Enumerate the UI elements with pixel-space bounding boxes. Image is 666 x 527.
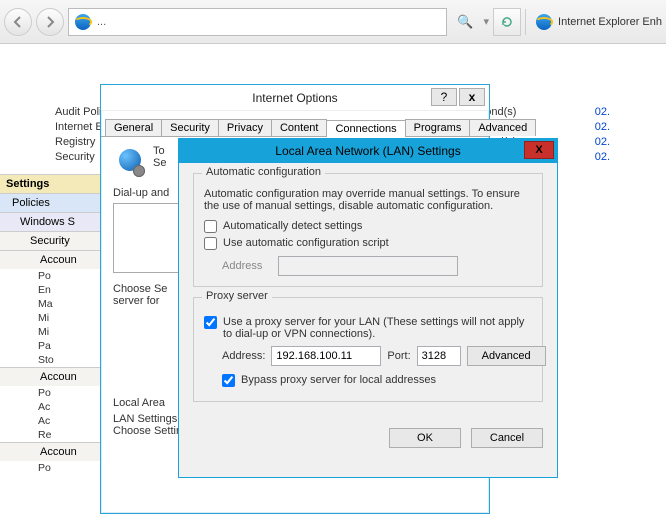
tree-subitem[interactable]: Po [0,461,110,475]
ie-icon [536,14,552,30]
auto-script-label: Use automatic configuration script [223,237,389,249]
internet-options-titlebar: Internet Options ? x [101,85,489,111]
tree-security[interactable]: Security [0,231,110,250]
auto-config-legend: Automatic configuration [202,166,325,178]
tree-subitem[interactable]: Ac [0,400,110,414]
proxy-port-label: Port: [387,350,410,362]
dropdown-caret[interactable]: ▾ [484,15,490,28]
arrow-left-icon [12,16,24,28]
bg-cell: 02. [570,121,610,133]
proxy-addr-input[interactable] [271,346,381,366]
help-button[interactable]: ? [431,88,457,106]
lan-title: Local Area Network (LAN) Settings [275,144,460,158]
use-proxy-label: Use a proxy server for your LAN (These s… [223,316,532,340]
refresh-icon [500,15,514,29]
use-proxy-checkbox[interactable] [204,316,217,329]
lan-close-button[interactable]: X [524,141,554,159]
settings-tree: Settings Policies Windows S Security Acc… [0,174,110,475]
tree-subitem[interactable]: Po [0,269,110,283]
tab-connections[interactable]: Connections [326,120,405,137]
auto-detect-checkbox[interactable] [204,220,217,233]
connections-icon [113,145,145,177]
use-proxy-row[interactable]: Use a proxy server for your LAN (These s… [204,316,532,340]
tab-general[interactable]: General [105,119,162,136]
refresh-button[interactable] [493,8,521,36]
close-button[interactable]: x [459,88,485,106]
auto-script-row[interactable]: Use automatic configuration script [204,237,532,250]
auto-config-note: Automatic configuration may override man… [204,188,532,212]
tab-security[interactable]: Security [161,119,219,136]
internet-options-title: Internet Options [252,91,337,105]
cancel-button[interactable]: Cancel [471,428,543,448]
tree-account-1[interactable]: Accoun [0,250,110,269]
bg-cell: 02. [570,106,610,118]
proxy-port-input[interactable] [417,346,461,366]
tree-subitem[interactable]: Pa [0,339,110,353]
tree-subitem[interactable]: Ac [0,414,110,428]
ok-button[interactable]: OK [389,428,461,448]
proxy-group: Proxy server Use a proxy server for your… [193,297,543,402]
separator [525,9,526,35]
tree-settings[interactable]: Settings [0,174,110,193]
tree-policies[interactable]: Policies [0,193,110,212]
ie-toolbar: ... 🔍 ▾ Internet Explorer Enh [0,0,666,44]
bypass-checkbox[interactable] [222,374,235,387]
bg-cell: 02. [570,136,610,148]
ie-page-icon [75,14,91,30]
search-glyph: 🔍 [451,14,479,30]
auto-script-addr-label: Address [222,260,272,272]
tree-account-2[interactable]: Accoun [0,367,110,386]
ie-right-tab[interactable]: Internet Explorer Enh [530,14,662,30]
tree-subitem[interactable]: Sto [0,353,110,367]
proxy-advanced-button[interactable]: Advanced [467,346,546,366]
tab-programs[interactable]: Programs [405,119,471,136]
proxy-addr-label: Address: [222,350,265,362]
lan-settings-dialog: Local Area Network (LAN) Settings X Auto… [178,138,558,478]
auto-detect-label: Automatically detect settings [223,220,362,232]
tree-subitem[interactable]: Re [0,428,110,442]
setup-text-2: Se [153,157,166,169]
lan-titlebar: Local Area Network (LAN) Settings X [179,139,557,163]
lan-button-row: OK Cancel [179,422,557,454]
tab-privacy[interactable]: Privacy [218,119,272,136]
address-tab[interactable]: ... [68,8,447,36]
setup-text-1: To [153,145,166,157]
back-button[interactable] [4,8,32,36]
tree-subitem[interactable]: Ma [0,297,110,311]
tree-subitem[interactable]: Mi [0,325,110,339]
forward-button[interactable] [36,8,64,36]
tab-content[interactable]: Content [271,119,328,136]
auto-script-checkbox[interactable] [204,237,217,250]
ie-right-label: Internet Explorer Enh [558,16,662,28]
bg-cell: 02. [570,151,610,163]
auto-detect-row[interactable]: Automatically detect settings [204,220,532,233]
auto-config-group: Automatic configuration Automatic config… [193,173,543,287]
proxy-legend: Proxy server [202,290,272,302]
address-text: ... [97,16,106,28]
tree-subitem[interactable]: Mi [0,311,110,325]
lan-body: Automatic configuration Automatic config… [179,163,557,422]
tree-subitem[interactable]: En [0,283,110,297]
tree-windows[interactable]: Windows S [0,212,110,231]
tree-account-3[interactable]: Accoun [0,442,110,461]
bypass-row[interactable]: Bypass proxy server for local addresses [204,374,532,387]
tab-advanced[interactable]: Advanced [469,119,536,136]
arrow-right-icon [44,16,56,28]
bypass-label: Bypass proxy server for local addresses [241,374,436,386]
internet-options-tabs: GeneralSecurityPrivacyContentConnections… [101,117,489,137]
tree-subitem[interactable]: Po [0,386,110,400]
auto-script-addr-input [278,256,458,276]
